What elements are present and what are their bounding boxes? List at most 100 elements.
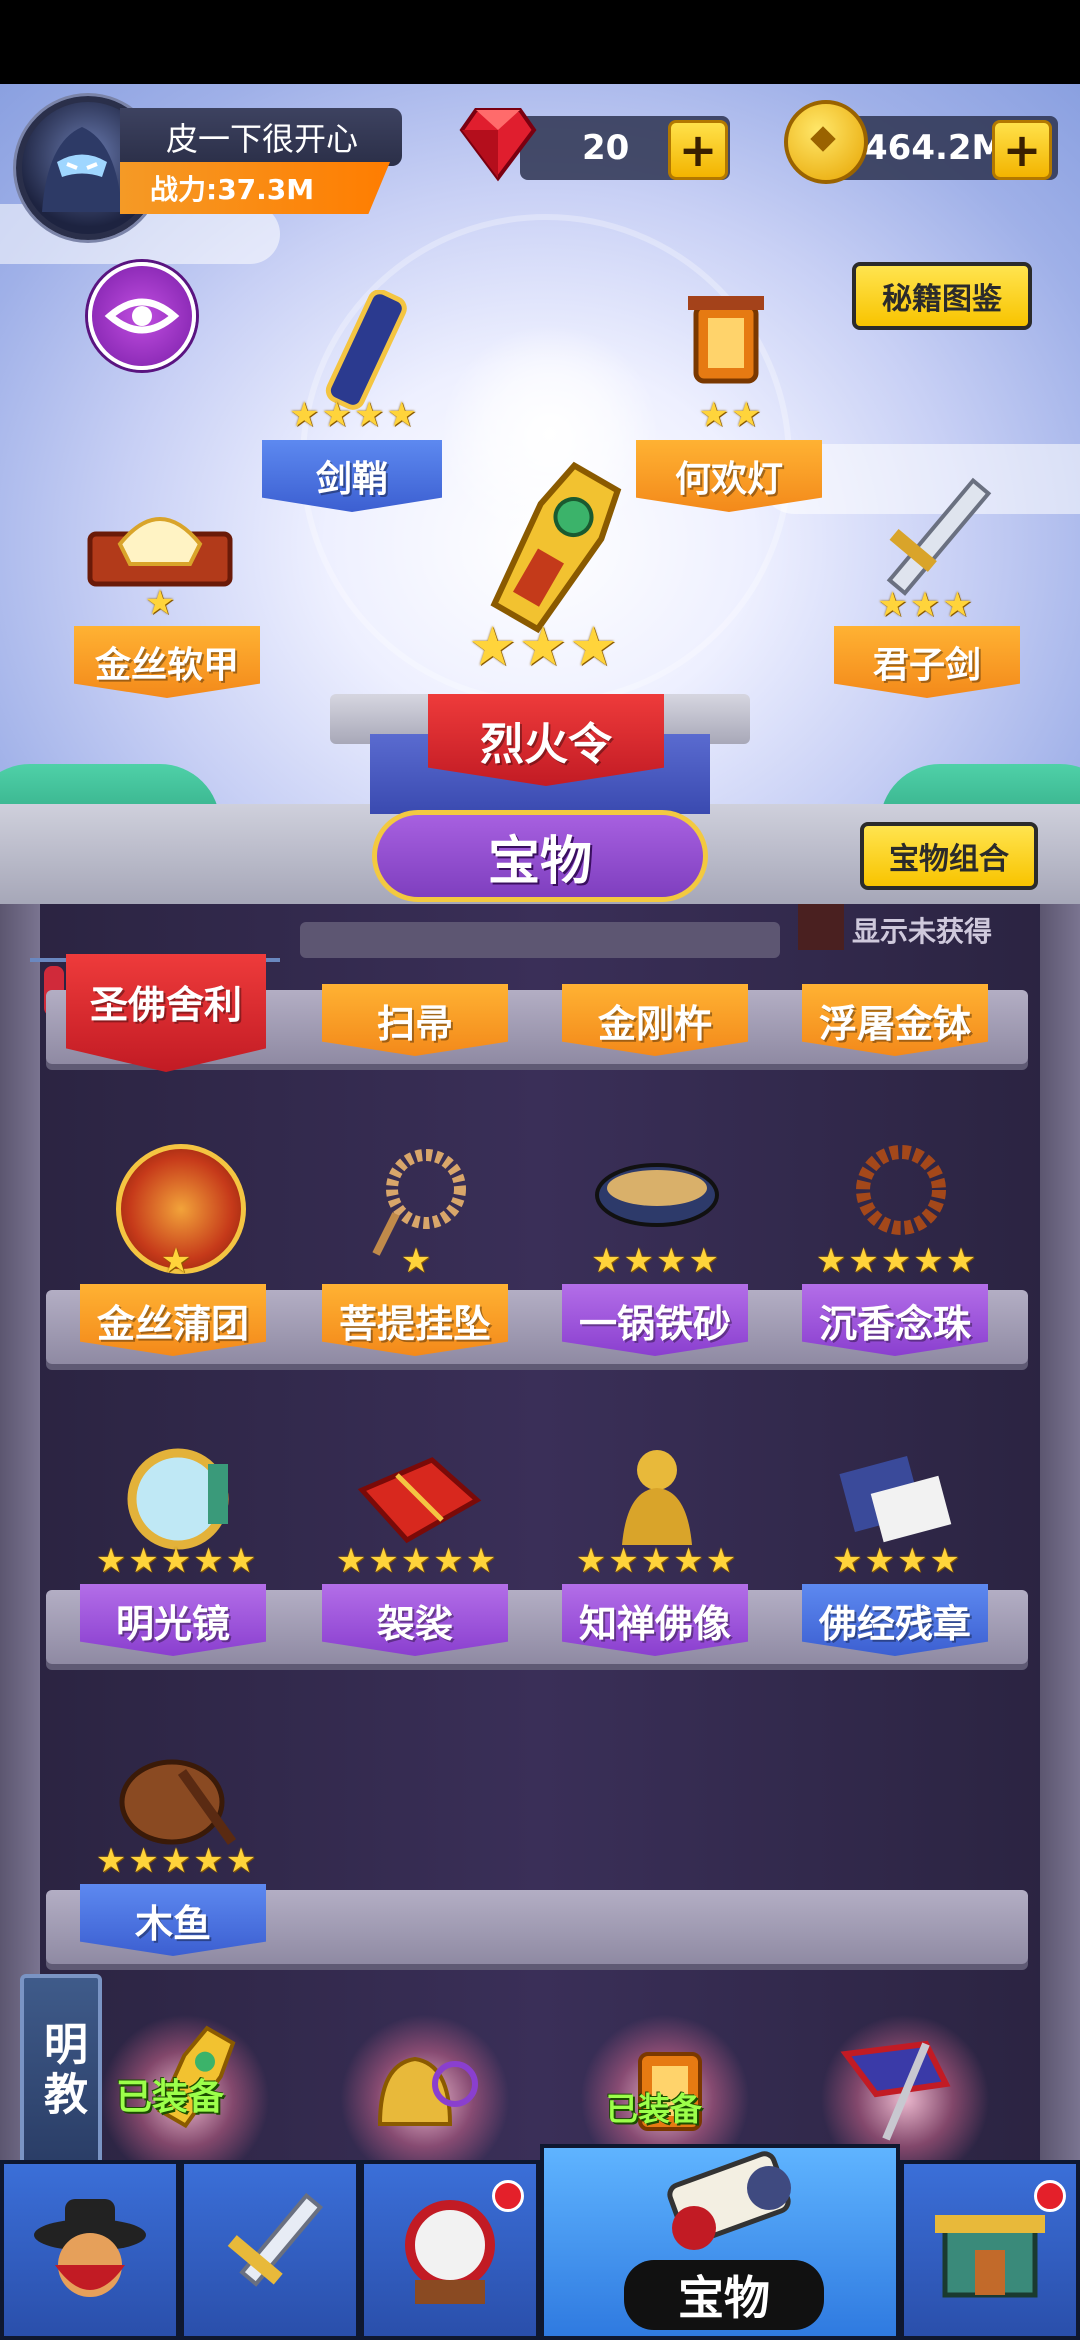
treasure-label: 木鱼 (134, 1901, 211, 1946)
shelf-left-wall (0, 904, 40, 2160)
buddha-statue-icon (612, 1440, 702, 1550)
treasure-label: 袈裟 (376, 1601, 453, 1646)
add-coins-button[interactable]: + (992, 120, 1052, 180)
equipped-slot-2[interactable]: 何欢灯 (636, 440, 822, 512)
faction-tag-label: 明教 (36, 2021, 87, 2121)
treasure-label: 一锅铁砂 (578, 1301, 731, 1346)
add-gems-button[interactable]: + (668, 120, 728, 180)
view-toggle-button[interactable] (88, 262, 196, 370)
status-bar (0, 0, 1080, 84)
equipped-badge: 已装备 (116, 2068, 224, 2120)
slot-3-stars: ★ (144, 583, 176, 623)
nav-tab-drum[interactable] (360, 2160, 540, 2340)
player-name: 皮一下很开心 (166, 120, 359, 158)
treasure-vajra[interactable]: 金刚杵 (562, 984, 748, 1056)
faction-tag[interactable]: 明教 (20, 1974, 102, 2160)
treasure-kasaya[interactable]: 袈裟 (322, 1584, 508, 1656)
item-stars: ★ (160, 1241, 192, 1281)
treasure-shelf[interactable]: 显示未获得 圣佛舍利 扫帚 金刚杵 浮屠金钵 ★ 金丝蒲团 ★ 菩提挂坠 ★ ★ ★… (0, 904, 1080, 2160)
kasaya-icon (352, 1450, 482, 1550)
hero-icon (34, 2199, 146, 2297)
slot-4-label: 君子剑 (872, 645, 981, 686)
treasure-zen-buddha[interactable]: 知禅佛像 (562, 1584, 748, 1656)
golden-armor-icon[interactable] (80, 484, 240, 594)
nav-tab-weapon[interactable] (180, 2160, 360, 2340)
treasure-label: 菩提挂坠 (338, 1301, 491, 1346)
slot-2-label: 何欢灯 (674, 459, 783, 500)
treasure-label: 金丝蒲团 (96, 1301, 249, 1346)
coin-amount: 464.2M (864, 128, 1006, 168)
slot-1-stars: ★ ★ ★ ★ (289, 395, 417, 435)
slot-1-label: 剑鞘 (315, 459, 388, 500)
player-name-plate: 皮一下很开心 (120, 108, 402, 166)
treasure-bright-mirror[interactable]: 明光镜 (80, 1584, 266, 1656)
nav-tab-hero[interactable] (0, 2160, 180, 2340)
codex-button-label: 秘籍图鉴 (882, 282, 1002, 317)
treasure-label: 扫帚 (376, 1001, 453, 1046)
sword-icon (227, 2192, 324, 2287)
center-slot-label: 烈火令 (480, 719, 612, 770)
item-stars: ★ ★ ★ ★ ★ (95, 1541, 257, 1581)
treasure-broom[interactable]: 扫帚 (322, 984, 508, 1056)
equipped-slot-4[interactable]: 君子剑 (834, 626, 1020, 698)
bottom-navigation: 宝物 (0, 2144, 1080, 2340)
checkbox-icon[interactable] (798, 904, 844, 950)
flag-sword-icon[interactable] (836, 2034, 966, 2144)
coin-icon (784, 100, 868, 184)
lantern-icon[interactable] (666, 286, 786, 406)
plus-icon: + (1002, 123, 1042, 177)
equipped-slot-3[interactable]: 金丝软甲 (74, 626, 260, 698)
iron-sand-pot-icon (592, 1150, 722, 1240)
equipped-badge: 已装备 (606, 2084, 702, 2130)
treasure-label: 知禅佛像 (578, 1601, 731, 1646)
item-stars: ★ (400, 1241, 432, 1281)
section-title-text: 宝物 (487, 831, 592, 892)
item-stars: ★ ★ ★ ★ ★ (815, 1241, 977, 1281)
eye-icon (104, 298, 180, 334)
center-stars: ★ ★ ★ (468, 615, 618, 678)
treasure-label: 浮屠金钵 (818, 1001, 971, 1046)
treasure-sutra-fragment[interactable]: 佛经残章 (802, 1584, 988, 1656)
treasure-label: 佛经残章 (818, 1601, 971, 1646)
item-stars: ★ ★ ★ ★ (591, 1241, 719, 1281)
plus-icon: + (678, 123, 718, 177)
item-stars: ★ ★ ★ ★ ★ (95, 1841, 257, 1881)
nav-tab-treasure[interactable]: 宝物 (540, 2144, 900, 2340)
slot-3-label: 金丝软甲 (94, 645, 239, 686)
section-title: 宝物 (372, 810, 708, 902)
scabbard-icon[interactable] (300, 289, 430, 410)
treasure-wooden-fish[interactable]: 木鱼 (80, 1884, 266, 1956)
treasure-golden-cushion[interactable]: 金丝蒲团 (80, 1284, 266, 1356)
treasure-agarwood-beads[interactable]: 沉香念珠 (802, 1284, 988, 1356)
treasure-golden-bowl[interactable]: 浮屠金钵 (802, 984, 988, 1056)
notification-dot (492, 2180, 524, 2212)
nav-tab-shop[interactable] (900, 2160, 1080, 2340)
prayer-beads-icon (836, 1140, 956, 1250)
equipped-center-slot[interactable]: 烈火令 (428, 694, 664, 786)
treasure-sacred-relic[interactable]: 圣佛舍利 (66, 954, 266, 1072)
equipped-badge-text: 已装备 (606, 2090, 703, 2128)
item-stars: ★ ★ ★ ★ (832, 1541, 960, 1581)
combo-button-label: 宝物组合 (889, 842, 1009, 877)
equipped-slot-1[interactable]: 剑鞘 (262, 440, 442, 512)
slot-4-stars: ★ ★ ★ (877, 585, 973, 625)
treasure-label: 金刚杵 (597, 1001, 712, 1046)
shelf-top-rail (300, 922, 780, 958)
treasure-iron-sand-pot[interactable]: 一锅铁砂 (562, 1284, 748, 1356)
show-unobtained-toggle[interactable]: 显示未获得 (852, 910, 992, 950)
treasure-bodhi-pendant[interactable]: 菩提挂坠 (322, 1284, 508, 1356)
item-stars: ★ ★ ★ ★ ★ (575, 1541, 737, 1581)
wooden-fish-icon (112, 1742, 242, 1852)
treasure-combo-button[interactable]: 宝物组合 (860, 822, 1038, 890)
equipped-badge-text: 已装备 (116, 2077, 225, 2118)
item-stars: ★ ★ ★ ★ ★ (335, 1541, 497, 1581)
codex-button[interactable]: 秘籍图鉴 (852, 262, 1032, 330)
ruby-icon (456, 100, 540, 184)
gem-amount: 20 (582, 128, 630, 168)
show-unobtained-label: 显示未获得 (852, 915, 993, 948)
shelf-right-wall (1040, 904, 1080, 2160)
slot-2-stars: ★ ★ (698, 395, 762, 435)
active-tab-label: 宝物 (624, 2260, 824, 2330)
treasure-label: 明光镜 (115, 1601, 230, 1646)
bell-icon[interactable] (360, 2034, 480, 2144)
